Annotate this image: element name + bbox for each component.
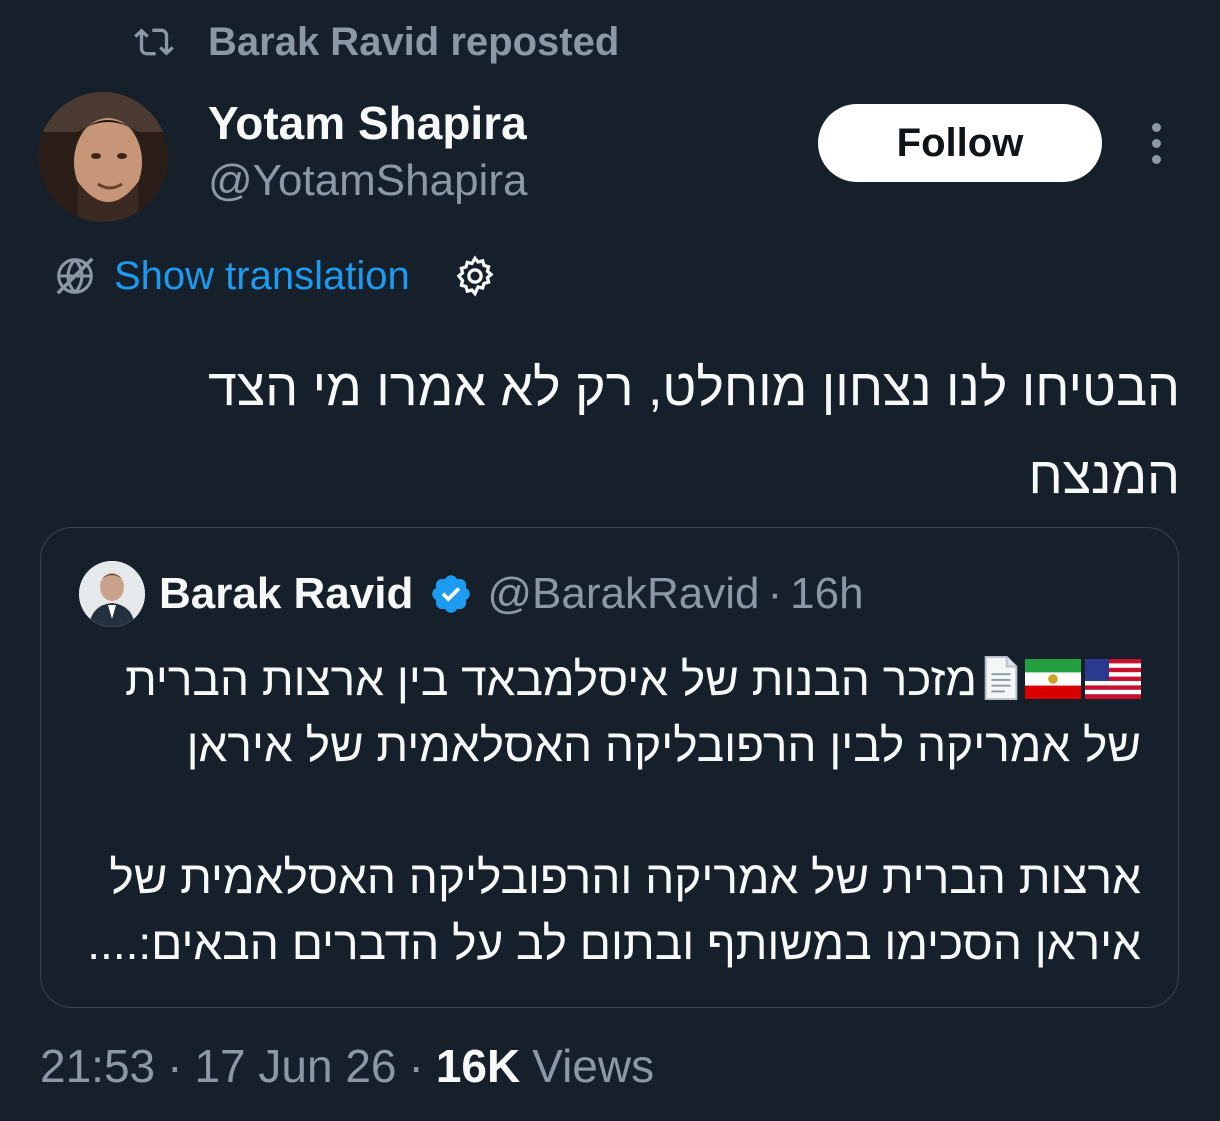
quoted-author-name[interactable]: Barak Ravid: [159, 569, 413, 619]
globe-icon: [56, 257, 94, 295]
quoted-author-handle[interactable]: @BarakRavid: [487, 569, 759, 619]
author-handle[interactable]: @YotamShapira: [208, 152, 527, 210]
quoted-tweet-text: מזכר הבנות של איסלמבאד בין ארצות הברית ש…: [81, 646, 1141, 976]
author-avatar[interactable]: [38, 92, 168, 222]
tweet-time[interactable]: 21:53: [40, 1039, 155, 1093]
quoted-timestamp[interactable]: 16h: [790, 569, 863, 619]
repost-text: Barak Ravid reposted: [208, 19, 620, 64]
repost-header[interactable]: Barak Ravid reposted: [134, 18, 619, 66]
us-flag-icon: [1085, 659, 1141, 699]
quoted-author-avatar-image: [79, 561, 145, 627]
tweet-text: הבטיחו לנו נצחון מוחלט, רק לא אמרו מי הצ…: [60, 344, 1180, 520]
tweet-meta: 21:53 · 17 Jun 26 · 16K Views: [40, 1036, 654, 1096]
author-info[interactable]: Yotam Shapira @YotamShapira: [208, 94, 527, 210]
author-display-name[interactable]: Yotam Shapira: [208, 94, 527, 152]
quoted-text-line: של אמריקה לבין הרפובליקה האסלאמית של איר…: [186, 719, 1141, 771]
more-options-icon[interactable]: [1136, 118, 1176, 168]
translation-row: Show translation: [52, 250, 498, 302]
separator-dot: ·: [167, 1040, 183, 1092]
quoted-text-line: ארצות הברית של אמריקה והרפובליקה האסלאמי…: [109, 851, 1141, 903]
repost-icon: [134, 28, 174, 56]
tweet-text-line: הבטיחו לנו נצחון מוחלט, רק לא אמרו מי הצ…: [208, 359, 1180, 417]
views-count: 16K: [435, 1040, 521, 1092]
quoted-text-line: איראן הסכימו במשותף ובתום לב על הדברים ה…: [87, 917, 1141, 969]
separator-dot: ·: [767, 569, 783, 618]
show-translation-link[interactable]: Show translation: [114, 254, 410, 299]
gear-icon[interactable]: [452, 253, 498, 299]
quoted-author-avatar[interactable]: [79, 561, 145, 627]
author-avatar-image: [38, 92, 168, 222]
tweet-text-line: המנצח: [1028, 447, 1180, 505]
follow-button[interactable]: Follow: [818, 104, 1102, 182]
views-label: Views: [532, 1040, 655, 1092]
quoted-tweet-card[interactable]: Barak Ravid @BarakRavid · 16h מזכר הבנות…: [40, 527, 1179, 1008]
separator-dot: ·: [408, 1040, 424, 1092]
iran-flag-icon: [1025, 659, 1081, 699]
tweet-date[interactable]: 17 Jun 26: [194, 1039, 396, 1093]
quoted-text-line-1: מזכר הבנות של איסלמבאד בין ארצות הברית: [81, 646, 1141, 712]
document-icon: [984, 655, 1018, 701]
quoted-tweet-header: Barak Ravid @BarakRavid · 16h: [79, 560, 864, 628]
verified-badge-icon: [432, 575, 471, 613]
quoted-text-line: מזכר הבנות של איסלמבאד בין ארצות הברית: [125, 653, 977, 705]
